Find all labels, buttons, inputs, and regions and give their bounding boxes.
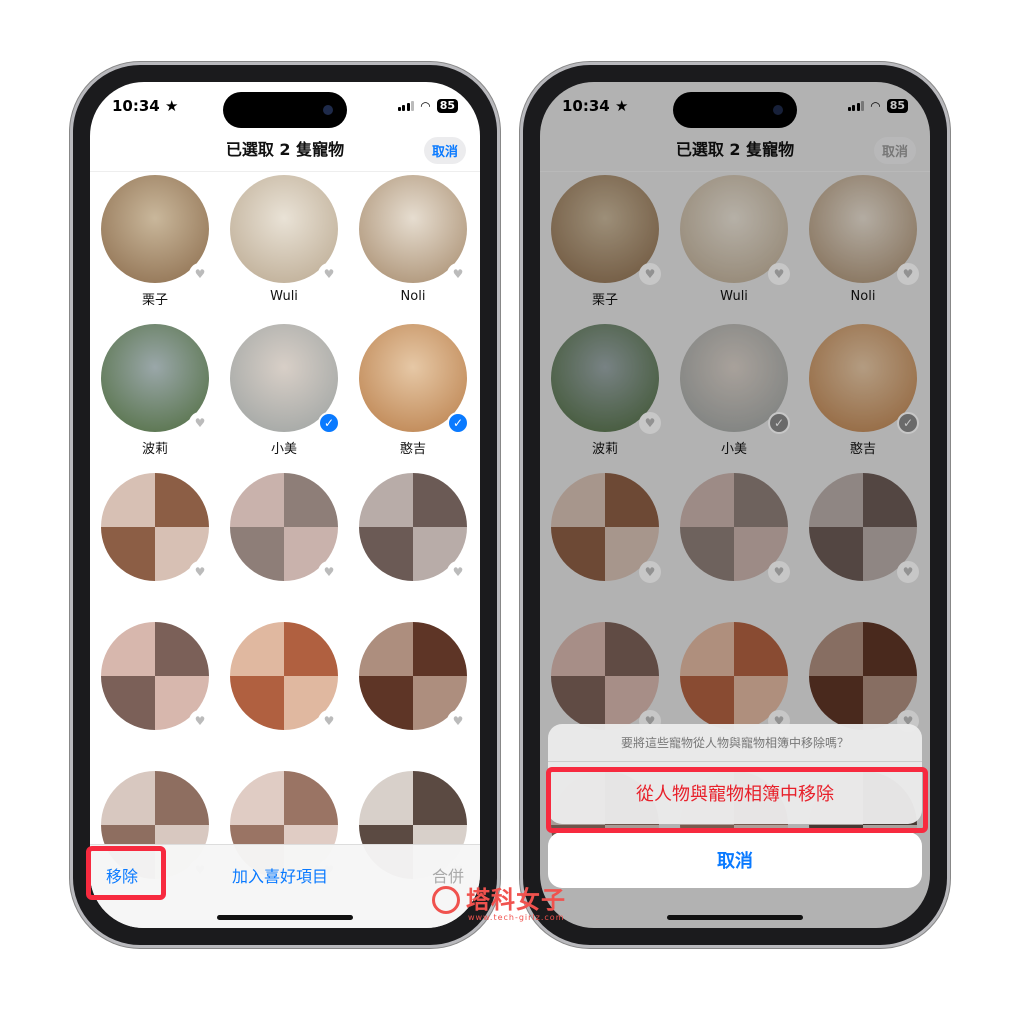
heart-icon[interactable]: ♥ (189, 561, 211, 583)
pet-item[interactable]: ✓ 小美 (229, 324, 340, 457)
checkmark-icon[interactable]: ✓ (447, 412, 469, 434)
wifi-icon: ◠ (420, 99, 431, 113)
pet-item[interactable]: ✓ 憨吉 (358, 324, 469, 457)
pet-name (358, 736, 468, 752)
pet-photo: ✓ (359, 324, 469, 434)
pet-name (100, 587, 210, 603)
pet-item[interactable]: ♥ 波莉 (100, 324, 211, 457)
screen-left: 10:34 ★ ◠ 85 已選取 2 隻寵物 取消 ♥ 栗子 ♥ Wuli ♥ Noli ♥… (90, 82, 480, 928)
pet-item[interactable]: ♥ Wuli (229, 175, 340, 305)
cancel-button[interactable]: 取消 (423, 137, 466, 164)
pet-photo: ♥ (101, 622, 211, 732)
pet-item[interactable]: ♥ (358, 622, 469, 752)
pet-item[interactable]: ♥ (358, 473, 469, 603)
pet-item[interactable]: ♥ (229, 473, 340, 603)
checkmark-icon[interactable]: ✓ (318, 412, 340, 434)
heart-icon[interactable]: ♥ (318, 561, 340, 583)
home-indicator (667, 915, 803, 920)
heart-icon[interactable]: ♥ (447, 263, 469, 285)
pet-name: 小美 (270, 442, 297, 457)
sheet-message: 要將這些寵物從人物與寵物相簿中移除嗎？ (548, 724, 922, 762)
pet-photo: ♥ (101, 324, 211, 434)
watermark: 塔科女子 www.tech-girlz.com (430, 880, 566, 922)
pet-photo: ♥ (359, 622, 469, 732)
status-icons: ◠ 85 (397, 99, 458, 113)
dynamic-island (223, 92, 347, 128)
heart-icon[interactable]: ♥ (189, 412, 211, 434)
pet-name (229, 587, 339, 603)
heart-icon[interactable]: ♥ (189, 710, 211, 732)
pet-name: Wuli (270, 289, 298, 304)
pet-name: 憨吉 (399, 442, 426, 457)
heart-icon[interactable]: ♥ (189, 263, 211, 285)
pet-item[interactable]: ♥ (100, 473, 211, 603)
highlight-remove (86, 846, 166, 900)
heart-icon[interactable]: ♥ (318, 263, 340, 285)
phone-left: 10:34 ★ ◠ 85 已選取 2 隻寵物 取消 ♥ 栗子 ♥ Wuli ♥ Noli ♥… (70, 62, 500, 948)
pet-name (100, 736, 210, 752)
watermark-logo-icon (432, 886, 460, 914)
page-title: 已選取 2 隻寵物 (225, 140, 345, 159)
pet-name (358, 587, 468, 603)
watermark-url: www.tech-girlz.com (468, 913, 565, 922)
add-favorite-button[interactable]: 加入喜好項目 (232, 863, 328, 887)
pet-name: Noli (400, 289, 426, 304)
pet-item[interactable]: ♥ (100, 622, 211, 752)
pet-photo: ♥ (101, 175, 211, 285)
pet-item[interactable]: ♥ (229, 622, 340, 752)
signal-icon (397, 101, 415, 111)
pet-photo: ♥ (230, 175, 340, 285)
heart-icon[interactable]: ♥ (447, 561, 469, 583)
pet-item[interactable]: ♥ Noli (358, 175, 469, 305)
home-indicator (217, 915, 353, 920)
pet-name: 波莉 (141, 442, 168, 457)
pet-name: 栗子 (141, 293, 168, 308)
heart-icon[interactable]: ♥ (318, 710, 340, 732)
pet-photo: ♥ (359, 175, 469, 285)
status-time: 10:34 ★ (112, 97, 179, 115)
watermark-brand: 塔科女子 (466, 886, 566, 914)
pet-photo: ♥ (230, 622, 340, 732)
pet-name (229, 736, 339, 752)
battery-icon: 85 (436, 99, 458, 113)
pet-photo: ♥ (230, 473, 340, 583)
nav-bar: 已選取 2 隻寵物 取消 (90, 132, 480, 172)
pet-photo: ✓ (230, 324, 340, 434)
sheet-cancel-button[interactable]: 取消 (548, 832, 922, 888)
heart-icon[interactable]: ♥ (447, 710, 469, 732)
highlight-remove-from-album (546, 767, 928, 833)
pet-photo: ♥ (101, 473, 211, 583)
pet-item[interactable]: ♥ 栗子 (100, 175, 211, 308)
pet-photo: ♥ (359, 473, 469, 583)
